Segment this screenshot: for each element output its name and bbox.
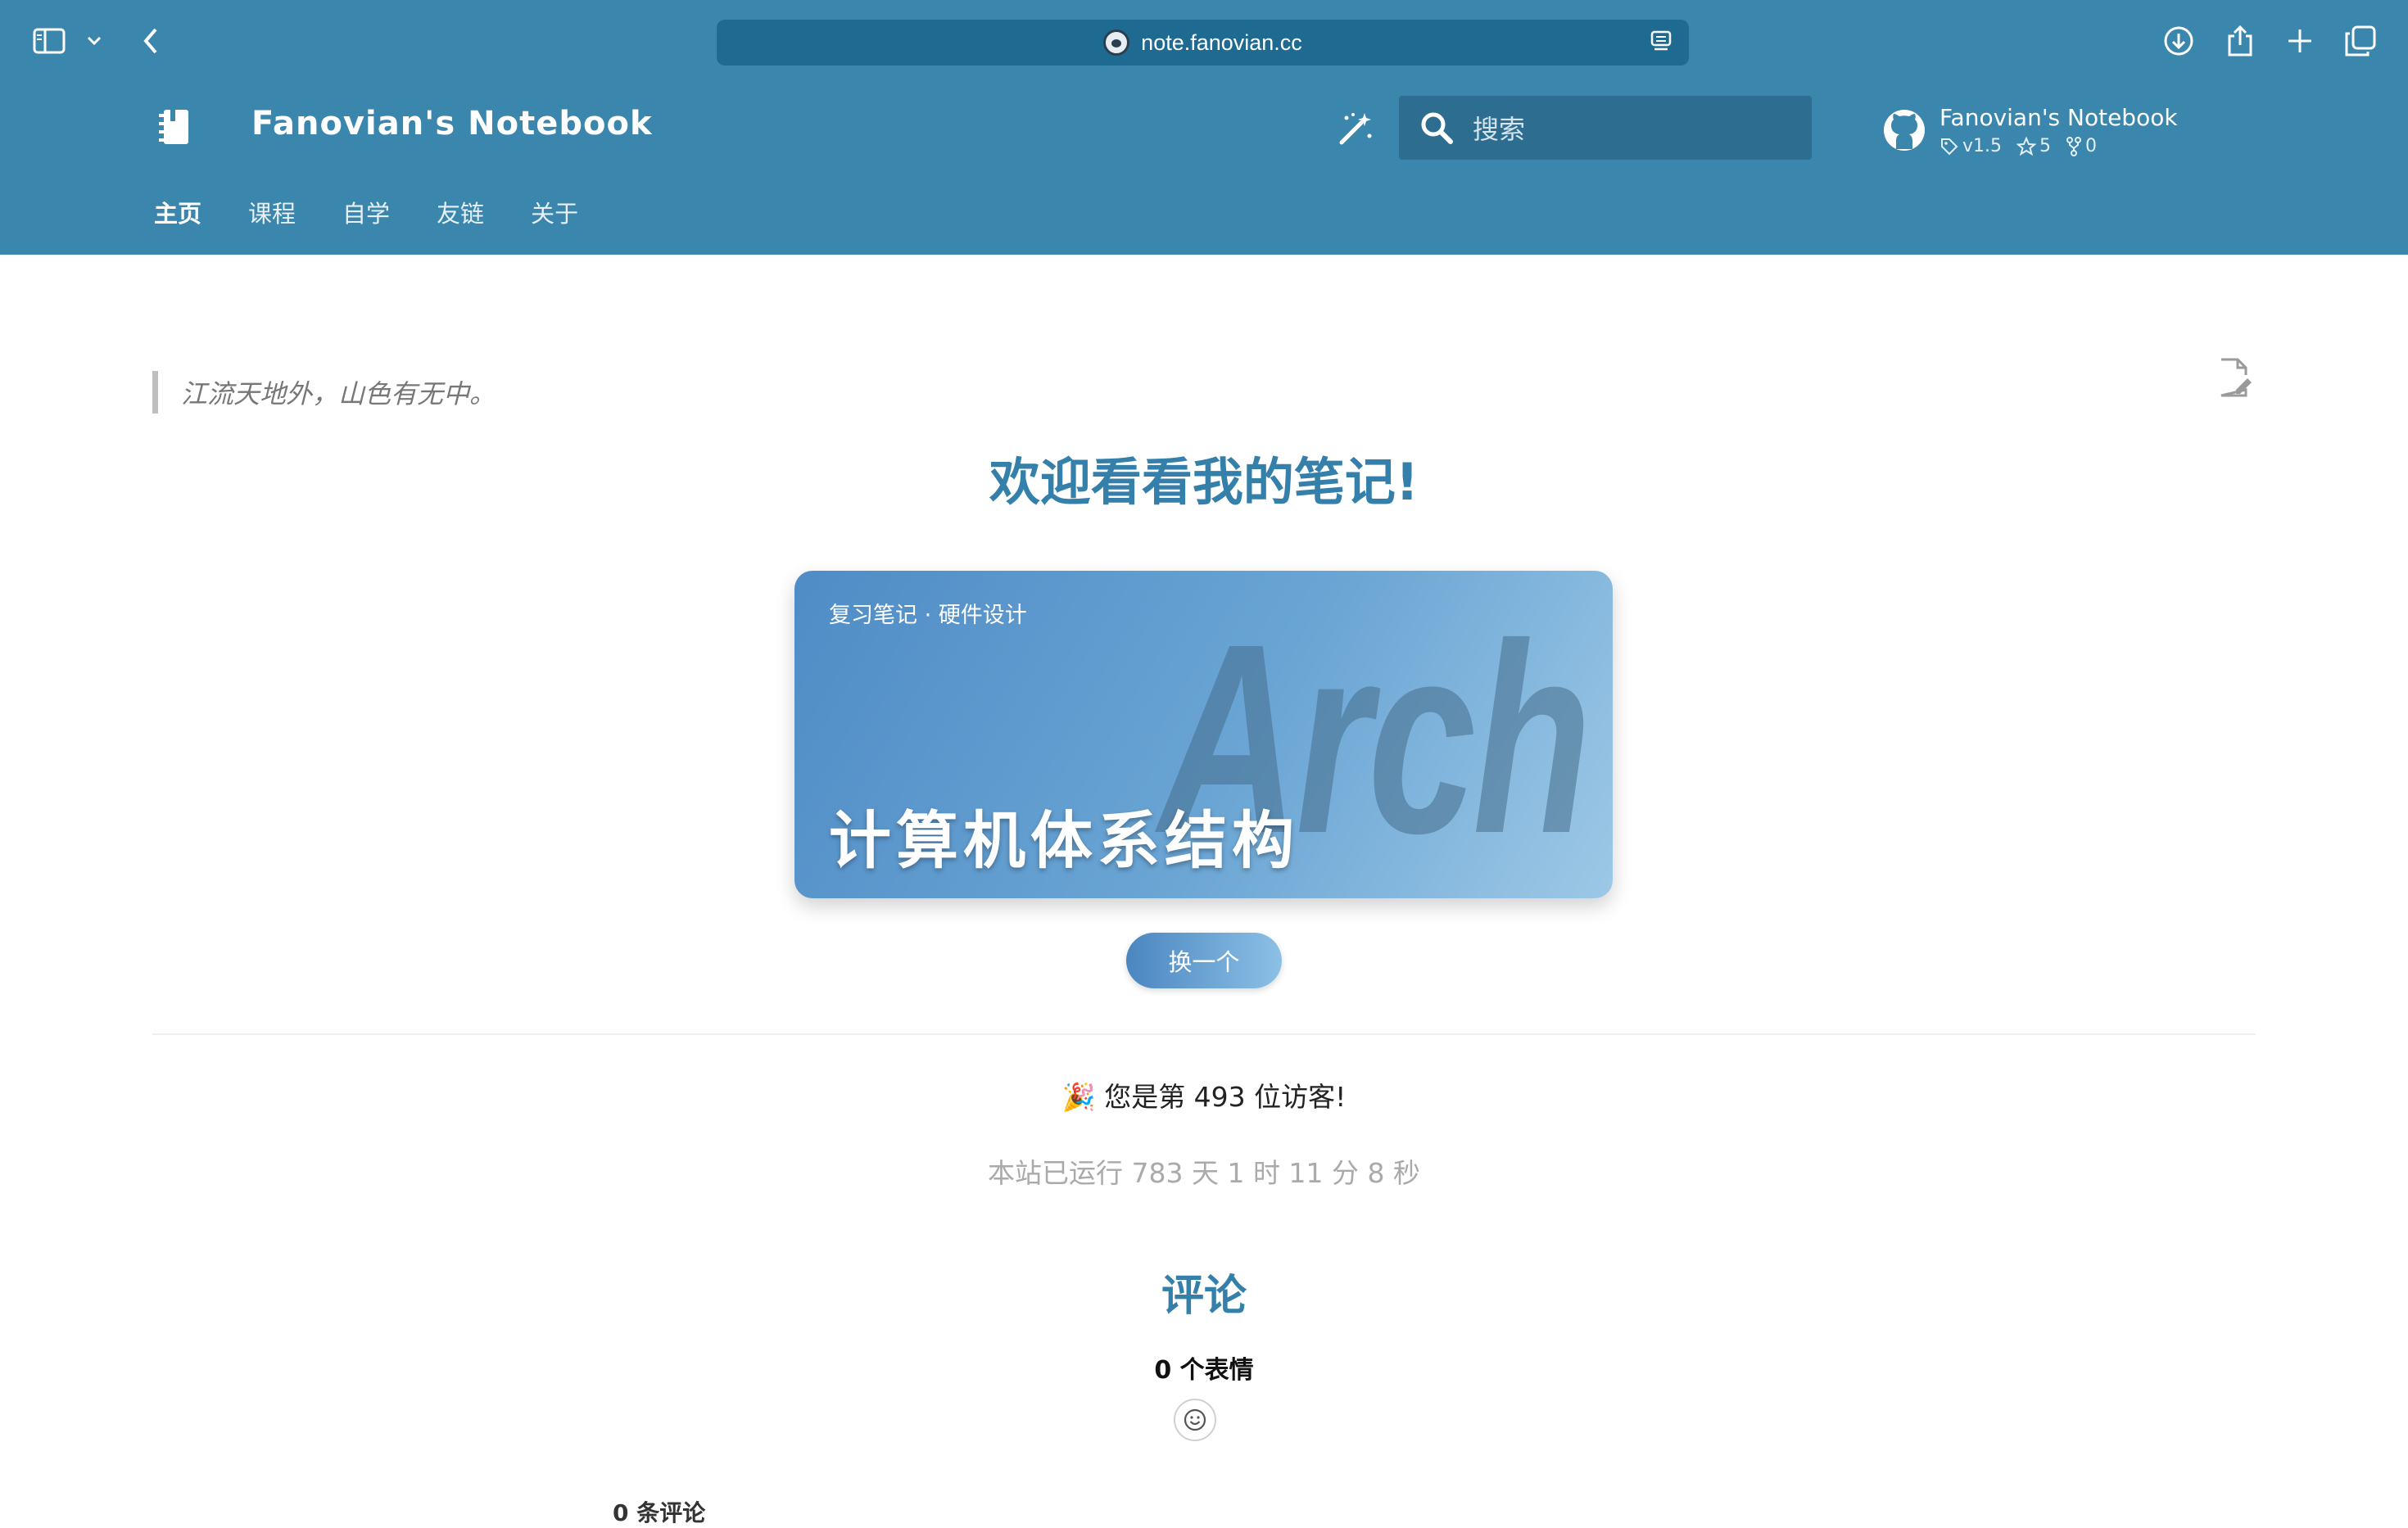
add-reaction-button[interactable] xyxy=(1174,1399,1216,1441)
main-nav: 主页 课程 自学 友链 关于 xyxy=(154,195,578,229)
star-icon xyxy=(2016,136,2037,156)
repo-meta: v1.5 5 0 xyxy=(1940,136,2178,156)
tab-overview-icon[interactable] xyxy=(2344,25,2377,57)
back-icon[interactable] xyxy=(134,25,167,57)
notebook-logo-icon[interactable] xyxy=(154,106,195,147)
page-title: 欢迎看看我的笔记! xyxy=(989,452,1419,512)
card-title: 计算机体系结构 xyxy=(829,804,1299,877)
search-icon xyxy=(1419,110,1455,146)
repo-version-text: v1.5 xyxy=(1962,136,2003,156)
comments-heading: 评论 xyxy=(1161,1272,1247,1321)
chevron-down-icon[interactable] xyxy=(82,25,106,57)
url-text: note.fanovian.cc xyxy=(1141,29,1302,55)
new-tab-icon[interactable] xyxy=(2284,25,2316,57)
address-bar[interactable]: note.fanovian.cc xyxy=(717,20,1689,66)
fork-icon xyxy=(2066,136,2082,156)
smiley-icon xyxy=(1184,1408,1206,1431)
comments-count: 0 条评论 xyxy=(613,1499,706,1526)
card-subtitle: 复习笔记 · 硬件设计 xyxy=(829,603,1027,628)
sidebar-toggle-icon[interactable] xyxy=(33,25,66,57)
nav-about[interactable]: 关于 xyxy=(531,195,578,229)
nav-courses[interactable]: 课程 xyxy=(248,195,296,229)
download-icon[interactable] xyxy=(2162,25,2195,57)
share-icon[interactable] xyxy=(2224,25,2256,57)
search-input[interactable]: 搜索 xyxy=(1399,96,1812,160)
github-repo-link[interactable]: Fanovian's Notebook v1.5 5 0 xyxy=(1882,102,2178,159)
nav-home[interactable]: 主页 xyxy=(154,195,201,229)
repo-forks: 0 xyxy=(2066,136,2097,156)
browser-toolbar: note.fanovian.cc xyxy=(0,0,2408,85)
nav-friend-links[interactable]: 友链 xyxy=(437,195,484,229)
tag-icon xyxy=(1941,138,1958,155)
search-placeholder: 搜索 xyxy=(1473,114,1526,145)
visitor-counter: 🎉 您是第 493 位访客! xyxy=(1061,1081,1347,1113)
quote-block: 江流天地外，山色有无中。 xyxy=(152,371,496,414)
edit-page-icon[interactable] xyxy=(2218,357,2254,398)
site-favicon-icon xyxy=(1103,29,1130,56)
shuffle-card-button[interactable]: 换一个 xyxy=(1126,933,1282,988)
github-icon xyxy=(1882,108,1926,152)
site-uptime: 本站已运行 783 天 1 时 11 分 8 秒 xyxy=(988,1157,1420,1189)
nav-self-study[interactable]: 自学 xyxy=(342,195,390,229)
magic-wand-icon[interactable] xyxy=(1335,108,1376,149)
repo-name: Fanovian's Notebook xyxy=(1940,104,2178,131)
repo-forks-text: 0 xyxy=(2085,136,2098,156)
featured-course-card[interactable]: Arch 复习笔记 · 硬件设计 计算机体系结构 xyxy=(794,571,1613,898)
site-title[interactable]: Fanovian's Notebook xyxy=(251,105,653,142)
divider xyxy=(152,1033,2256,1035)
repo-stars: 5 xyxy=(2016,136,2051,156)
repo-version: v1.5 xyxy=(1940,136,2002,156)
reader-icon[interactable] xyxy=(1650,29,1672,57)
reactions-count: 0 个表情 xyxy=(1154,1356,1254,1385)
repo-stars-text: 5 xyxy=(2039,136,2052,156)
